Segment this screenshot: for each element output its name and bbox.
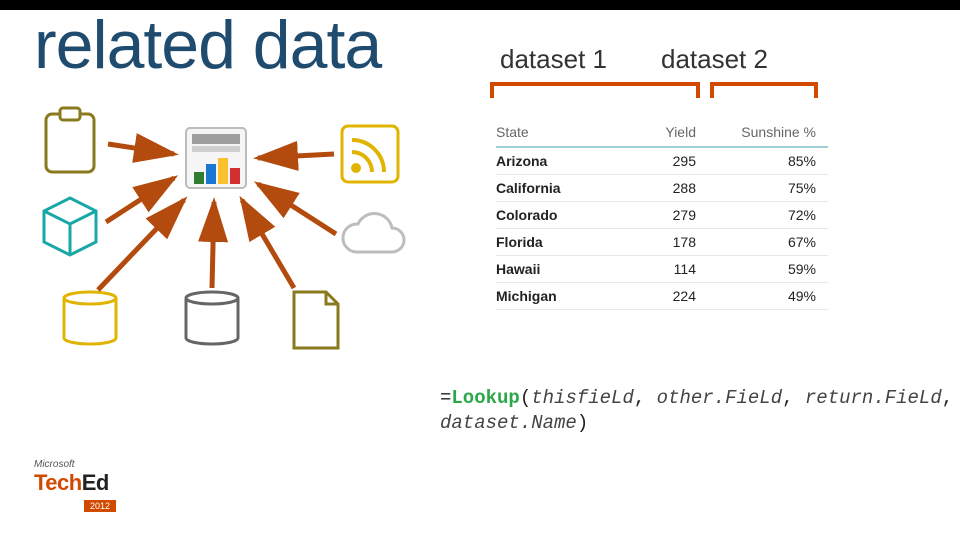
cell-c3: 59%: [696, 261, 816, 277]
logo-teched: TechEd: [34, 470, 116, 496]
cell-c3: 72%: [696, 207, 816, 223]
cell-c1: Florida: [496, 234, 616, 250]
cell-c3: 85%: [696, 153, 816, 169]
label-dataset-2: dataset 2: [661, 44, 768, 75]
lookup-formula: =Lookup(thisfieLd, other.FieLd, return.F…: [440, 386, 953, 435]
table-row: Arizona29585%: [496, 148, 828, 175]
cell-c1: Arizona: [496, 153, 616, 169]
data-table: State Yield Sunshine % Arizona29585%Cali…: [496, 124, 828, 310]
cell-c2: 288: [616, 180, 696, 196]
clipboard-icon: [46, 108, 94, 172]
feed-icon: [342, 126, 398, 182]
cell-c2: 114: [616, 261, 696, 277]
cell-c3: 67%: [696, 234, 816, 250]
formula-eq: =: [440, 387, 451, 409]
formula-fn: Lookup: [451, 387, 519, 409]
database-yellow-icon: [64, 292, 116, 344]
file-icon: [294, 292, 338, 348]
page-title: related data: [34, 6, 926, 84]
logo-year: 2012: [84, 500, 116, 512]
label-dataset-1: dataset 1: [500, 44, 607, 75]
formula-arg1: thisfieLd: [531, 387, 634, 409]
cube-icon: [44, 198, 96, 255]
table-row: Hawaii11459%: [496, 256, 828, 283]
dataset-labels: dataset 1 dataset 2: [500, 44, 762, 75]
formula-sep2: ,: [782, 387, 805, 409]
table-body: Arizona29585%California28875%Colorado279…: [496, 148, 828, 310]
col-yield: Yield: [616, 124, 696, 140]
table-row: Florida17867%: [496, 229, 828, 256]
cell-c1: California: [496, 180, 616, 196]
formula-arg2: other.FieLd: [657, 387, 782, 409]
table-row: Michigan22449%: [496, 283, 828, 310]
formula-close: ): [577, 412, 588, 434]
table-header: State Yield Sunshine %: [496, 124, 828, 148]
footer-logo: Microsoft TechEd 2012: [34, 459, 116, 514]
formula-arg3: return.FieLd: [805, 387, 942, 409]
cell-c2: 279: [616, 207, 696, 223]
slide: related data dataset 1 dataset 2 State Y…: [0, 6, 960, 536]
cloud-icon: [343, 214, 404, 252]
col-sunshine: Sunshine %: [696, 124, 816, 140]
table-row: California28875%: [496, 175, 828, 202]
formula-arg4: dataset.Name: [440, 412, 577, 434]
col-state: State: [496, 124, 616, 140]
bracket-dataset-1: [490, 82, 700, 98]
cell-c1: Colorado: [496, 207, 616, 223]
formula-sep3: ,: [942, 387, 953, 409]
formula-open: (: [520, 387, 531, 409]
cell-c1: Michigan: [496, 288, 616, 304]
logo-tech: Tech: [34, 470, 82, 495]
cell-c2: 178: [616, 234, 696, 250]
logo-ms: Microsoft: [34, 459, 116, 470]
cell-c3: 75%: [696, 180, 816, 196]
table-row: Colorado27972%: [496, 202, 828, 229]
cell-c3: 49%: [696, 288, 816, 304]
logo-ed: Ed: [82, 470, 109, 495]
cell-c2: 224: [616, 288, 696, 304]
bracket-dataset-2: [710, 82, 818, 98]
cell-c2: 295: [616, 153, 696, 169]
report-app-icon: [186, 128, 246, 188]
cell-c1: Hawaii: [496, 261, 616, 277]
database-grey-icon: [186, 292, 238, 344]
formula-sep1: ,: [634, 387, 657, 409]
sources-diagram: [36, 106, 436, 366]
